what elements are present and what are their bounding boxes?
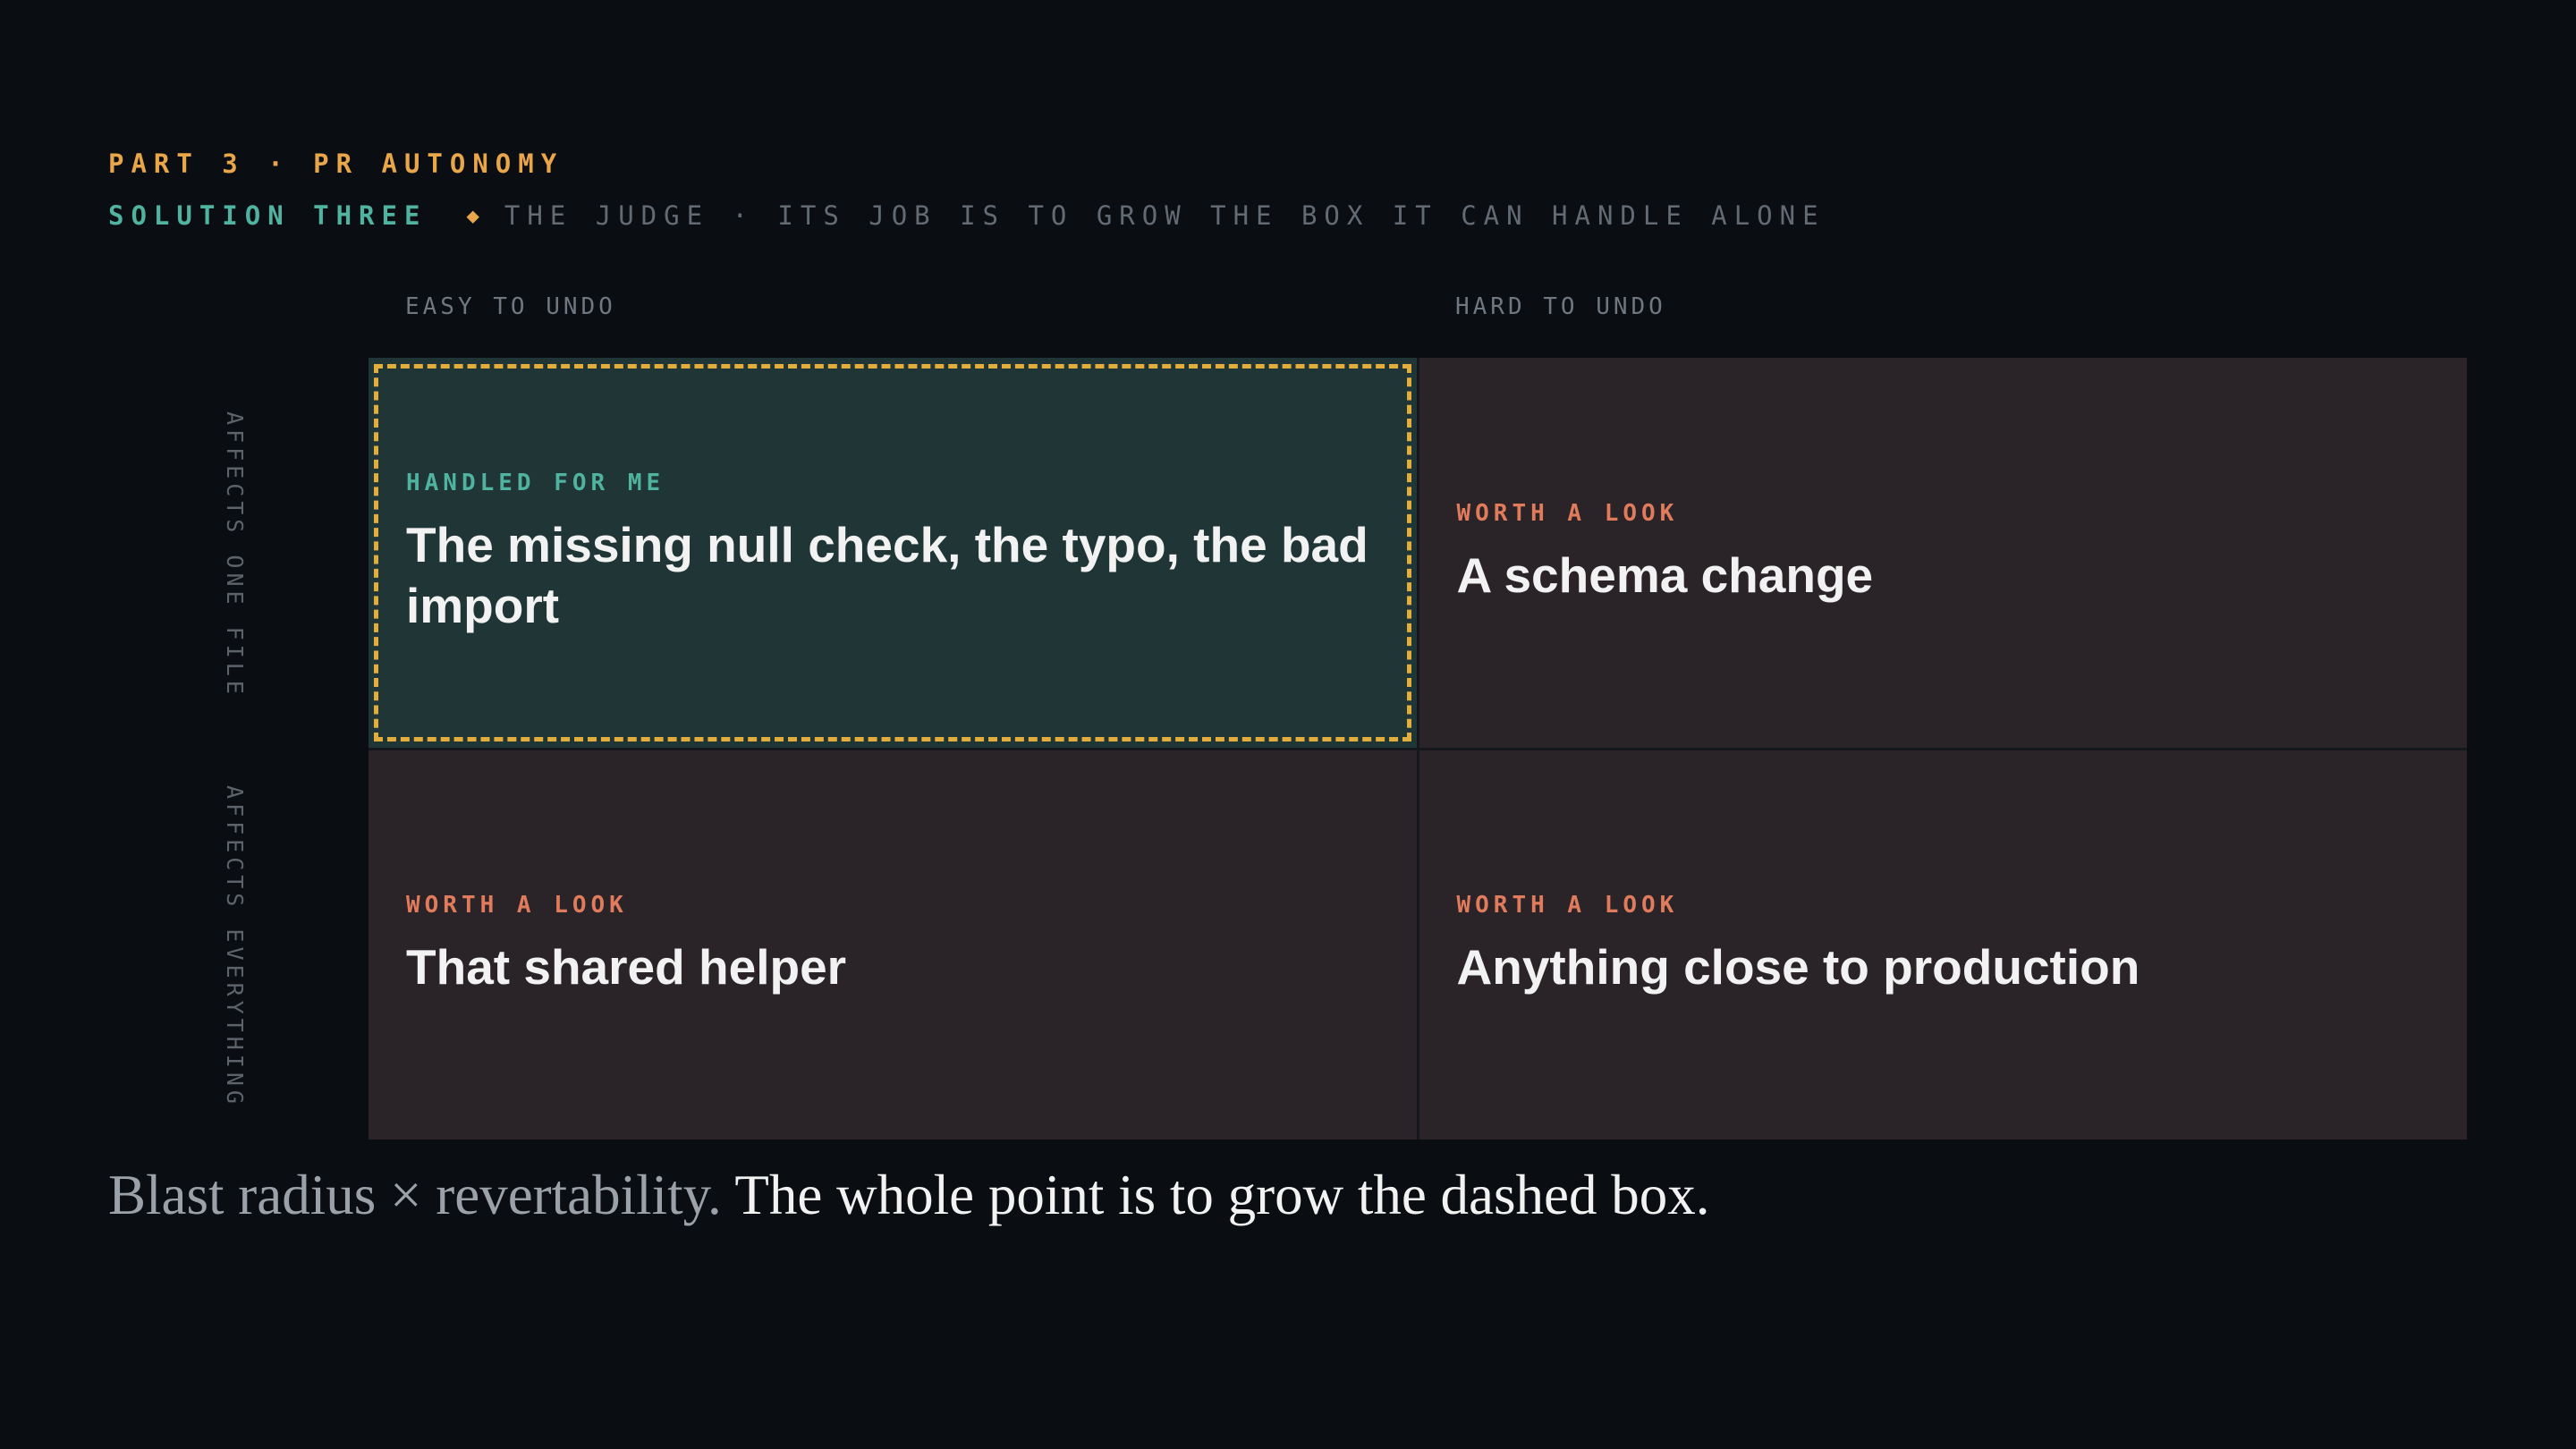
column-header-easy: EASY TO UNDO bbox=[405, 293, 616, 320]
row-header-everything: AFFECTS EVERYTHING bbox=[222, 785, 248, 1108]
column-header-hard: HARD TO UNDO bbox=[1455, 293, 1666, 320]
cell-text: That shared helper bbox=[406, 939, 847, 996]
risk-matrix: HANDLED FOR ME The missing null check, t… bbox=[369, 358, 2467, 1140]
matrix-cell-production: WORTH A LOOK Anything close to productio… bbox=[1419, 750, 2467, 1140]
judge-description: THE JUDGE · ITS JOB IS TO GROW THE BOX I… bbox=[504, 200, 1826, 231]
cell-tag: WORTH A LOOK bbox=[406, 892, 628, 919]
cell-tag: WORTH A LOOK bbox=[1456, 892, 1679, 919]
diamond-icon: ◆ bbox=[466, 203, 479, 228]
caption-bright: The whole point is to grow the dashed bo… bbox=[734, 1164, 1710, 1226]
cell-text: A schema change bbox=[1456, 547, 1874, 603]
matrix-cell-helper: WORTH A LOOK That shared helper bbox=[369, 750, 1417, 1140]
eyebrow-label: PART 3 · PR AUTONOMY bbox=[108, 148, 564, 179]
caption-muted: Blast radius × revertability. bbox=[108, 1164, 722, 1226]
cell-text: The missing null check, the typo, the ba… bbox=[406, 516, 1368, 633]
cell-tag: WORTH A LOOK bbox=[1456, 499, 1679, 527]
subtitle-line: SOLUTION THREE ◆ THE JUDGE · ITS JOB IS … bbox=[108, 200, 1826, 231]
cell-text: Anything close to production bbox=[1456, 939, 2140, 996]
solution-label: SOLUTION THREE bbox=[108, 200, 428, 231]
caption: Blast radius × revertability. The whole … bbox=[108, 1163, 1709, 1228]
matrix-cell-schema: WORTH A LOOK A schema change bbox=[1419, 358, 2467, 748]
cell-tag: HANDLED FOR ME bbox=[406, 469, 665, 496]
matrix-cell-handled: HANDLED FOR ME The missing null check, t… bbox=[369, 358, 1417, 748]
row-header-one-file: AFFECTS ONE FILE bbox=[222, 411, 248, 699]
